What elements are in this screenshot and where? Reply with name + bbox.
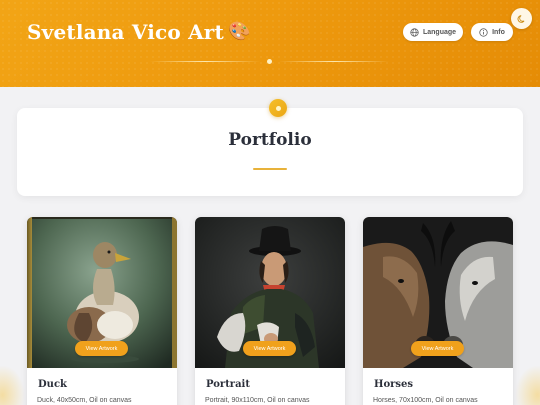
view-artwork-button[interactable]: View Artwork (243, 341, 296, 356)
artwork-card-horses[interactable]: View Artwork Horses Horses, 70x100cm, Oi… (363, 217, 513, 405)
section-title: Portfolio (228, 130, 312, 150)
artwork-card-portrait[interactable]: View Artwork Portrait Portrait, 90x110cm… (195, 217, 345, 405)
artwork-description: Portrait, 90x110cm, Oil on canvas (205, 397, 310, 404)
portfolio-heading-card: Portfolio (17, 108, 523, 196)
header-divider-dot (267, 59, 272, 64)
artwork-title: Portrait (206, 379, 250, 390)
decorative-glow-left (0, 365, 25, 405)
view-artwork-button[interactable]: View Artwork (75, 341, 128, 356)
theme-toggle-button[interactable] (511, 8, 532, 29)
section-marker-icon (269, 99, 287, 117)
artwork-title: Duck (38, 379, 67, 390)
moon-icon (517, 14, 524, 23)
info-button[interactable]: Info (471, 23, 513, 41)
decorative-glow-right (515, 365, 540, 405)
info-icon (479, 27, 488, 37)
artwork-card-duck[interactable]: View Artwork Duck Duck, 40x50cm, Oil on … (27, 217, 177, 405)
site-title-text: Svetlana Vico Art (27, 20, 224, 44)
language-button-label: Language (422, 28, 457, 36)
language-button[interactable]: Language (403, 23, 463, 41)
site-title[interactable]: Svetlana Vico Art 🎨 (27, 20, 251, 44)
header-divider-right (279, 61, 389, 62)
globe-icon (410, 27, 419, 37)
artwork-description: Horses, 70x100cm, Oil on canvas (373, 397, 478, 404)
site-header: Svetlana Vico Art 🎨 Language Info (0, 0, 540, 87)
info-button-label: Info (492, 28, 505, 36)
section-title-underline (253, 168, 287, 170)
palette-icon: 🎨 (227, 21, 251, 42)
artwork-description: Duck, 40x50cm, Oil on canvas (37, 397, 132, 404)
view-artwork-button[interactable]: View Artwork (411, 341, 464, 356)
header-divider-left (150, 61, 260, 62)
artwork-title: Horses (374, 379, 414, 390)
